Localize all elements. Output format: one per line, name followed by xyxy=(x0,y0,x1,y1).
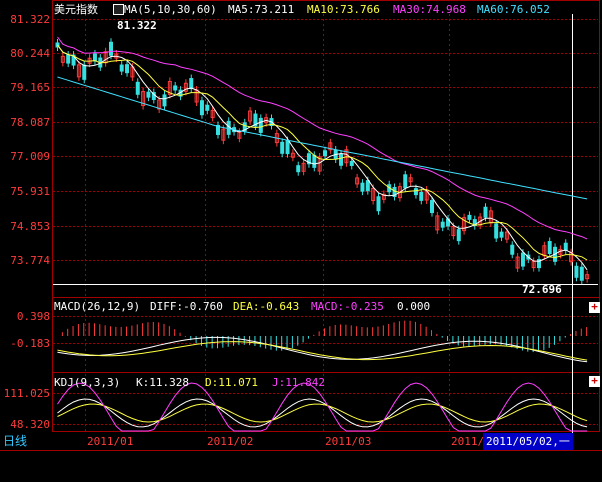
candle xyxy=(199,100,204,116)
kdj-j-line xyxy=(57,382,588,432)
cursor-date: 2011/05/02,一 xyxy=(483,433,573,450)
price-axis-label: 74.853 xyxy=(10,220,50,233)
candle xyxy=(189,78,194,90)
candle xyxy=(173,85,178,91)
candle xyxy=(349,160,354,166)
candle xyxy=(483,206,488,218)
chart-frame xyxy=(52,0,600,432)
candle xyxy=(563,242,568,251)
price-axis-label: 80.244 xyxy=(10,47,50,60)
candle xyxy=(280,141,285,154)
candle xyxy=(135,81,140,95)
kdj-d-line xyxy=(57,403,588,423)
candle xyxy=(285,140,290,155)
candle xyxy=(520,252,525,267)
macd-label: MACD(26,12,9) xyxy=(54,300,141,313)
chart-window: 美元指数 MA(5,10,30,60) MA5:73.211 MA10:73.7… xyxy=(0,0,602,482)
price-axis-label: 77.009 xyxy=(10,150,50,163)
candle xyxy=(205,104,210,111)
kdj-axis-label: 111.025 xyxy=(3,387,50,400)
ma-label: MA(5,10,30,60) xyxy=(124,3,217,16)
candle xyxy=(312,154,317,168)
candle xyxy=(146,91,151,98)
index-title: 美元指数 xyxy=(54,3,98,16)
candle xyxy=(579,266,584,281)
candle xyxy=(403,174,408,189)
candle xyxy=(413,188,418,196)
ma-icon xyxy=(113,4,124,15)
high-price-label: 81.322 xyxy=(117,19,157,32)
macd-diff-line xyxy=(57,336,588,363)
candle xyxy=(440,221,445,228)
chart-canvas[interactable] xyxy=(0,0,602,482)
candle xyxy=(456,229,461,242)
price-axis-label: 75.931 xyxy=(10,185,50,198)
low-price-label: 72.696 xyxy=(522,283,562,296)
candle xyxy=(66,54,71,64)
candle xyxy=(499,231,504,238)
expand-macd-button[interactable]: + xyxy=(589,375,600,387)
kdj-label: KDJ(9,3,3) xyxy=(54,376,121,389)
ma10-line xyxy=(57,44,588,261)
candle xyxy=(92,53,97,62)
ma30-value: MA30:74.968 xyxy=(393,3,466,16)
candle xyxy=(510,244,515,255)
price-axis-label: 79.165 xyxy=(10,81,50,94)
candle xyxy=(162,94,167,107)
macd-dea: DEA:-0.643 xyxy=(233,300,300,313)
macd-value: MACD:-0.235 xyxy=(311,300,384,313)
candle xyxy=(323,150,327,157)
price-axis-label: 73.774 xyxy=(10,254,50,267)
kdj-d: D:11.071 xyxy=(205,376,258,389)
candle xyxy=(419,191,424,201)
candle xyxy=(494,223,499,239)
candle xyxy=(574,265,579,278)
ma5-value: MA5:73.211 xyxy=(228,3,295,16)
candle xyxy=(109,41,113,56)
candle xyxy=(125,64,130,74)
candle xyxy=(258,117,263,133)
date-tick: 2011/02 xyxy=(207,435,254,448)
macd-axis-label: -0.183 xyxy=(10,337,50,350)
ma60-line xyxy=(57,76,588,200)
tab-daily[interactable]: 日线 xyxy=(0,433,55,450)
kdj-k-line xyxy=(57,398,588,428)
macd-axis-label: 0.398 xyxy=(16,310,50,323)
macd-diff: DIFF:-0.760 xyxy=(150,300,223,313)
kdj-j: J:11.842 xyxy=(272,376,325,389)
ma5-line xyxy=(57,44,588,271)
ma10-value: MA10:73.766 xyxy=(307,3,380,16)
price-axis-label: 78.087 xyxy=(10,116,50,129)
date-tick: 2011/03 xyxy=(325,435,372,448)
macd-extra: 0.000 xyxy=(397,300,431,313)
expand-main-button[interactable]: + xyxy=(589,301,600,313)
kdj-axis-label: 48.320 xyxy=(10,418,50,431)
candle xyxy=(296,165,301,173)
price-axis-label: 81.322 xyxy=(10,13,50,26)
candle xyxy=(82,64,87,80)
candle xyxy=(119,64,124,72)
candle xyxy=(360,182,365,192)
candle xyxy=(365,180,370,192)
candle xyxy=(339,153,344,166)
ma30-line xyxy=(57,36,588,240)
candle xyxy=(430,200,434,214)
date-tick: 2011/01 xyxy=(87,435,134,448)
candle xyxy=(547,241,552,255)
ma60-value: MA60:76.052 xyxy=(477,3,550,16)
kdj-k: K:11.328 xyxy=(136,376,189,389)
candle xyxy=(467,214,472,220)
candle xyxy=(376,196,381,212)
